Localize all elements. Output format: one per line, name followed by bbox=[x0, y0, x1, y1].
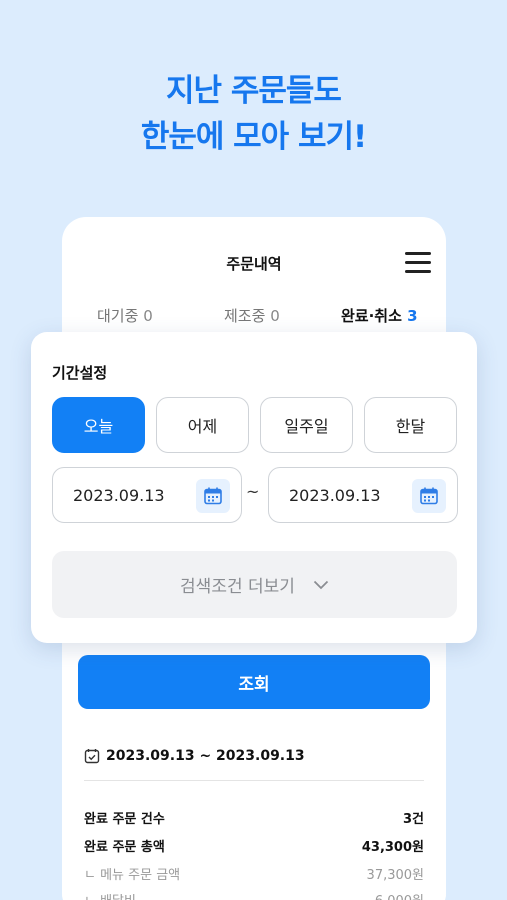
row-value: 3건 bbox=[402, 812, 424, 827]
tab-preparing[interactable]: 제조중 0 bbox=[224, 305, 280, 326]
calendar-check-icon bbox=[84, 749, 100, 764]
promo-headline: 지난 주문들도 한눈에 모아 보기! bbox=[0, 68, 507, 160]
calendar-icon[interactable] bbox=[412, 479, 446, 513]
period-option-week[interactable]: 일주일 bbox=[260, 397, 353, 453]
order-summary: 2023.09.13 ~ 2023.09.13 완료 주문 건수 3건 완료 주… bbox=[62, 730, 446, 900]
menu-icon[interactable] bbox=[405, 252, 431, 274]
end-date-field[interactable]: 2023.09.13 bbox=[268, 467, 458, 523]
tab-waiting[interactable]: 대기중 0 bbox=[97, 305, 153, 326]
search-button[interactable]: 조회 bbox=[78, 655, 430, 709]
more-label: 검색조건 더보기 bbox=[180, 577, 295, 597]
summary-row-delivery-fee: 배달비 6,000원 bbox=[84, 890, 424, 900]
divider bbox=[84, 780, 424, 781]
summary-row-order-count: 완료 주문 건수 3건 bbox=[84, 808, 424, 827]
start-date-field[interactable]: 2023.09.13 bbox=[52, 467, 242, 523]
tab-count: 0 bbox=[143, 307, 153, 325]
end-date-value: 2023.09.13 bbox=[289, 486, 381, 505]
tab-label: 대기중 bbox=[97, 307, 139, 325]
more-search-options-button[interactable]: 검색조건 더보기 bbox=[52, 551, 457, 618]
summary-date-text: 2023.09.13 ~ 2023.09.13 bbox=[106, 748, 305, 764]
row-value: 6,000원 bbox=[375, 890, 424, 900]
period-option-yesterday[interactable]: 어제 bbox=[156, 397, 249, 453]
summary-date-range: 2023.09.13 ~ 2023.09.13 bbox=[84, 748, 305, 764]
tab-label: 완료·취소 bbox=[341, 307, 402, 325]
tab-count: 0 bbox=[270, 307, 280, 325]
headline-line-1: 지난 주문들도 bbox=[166, 73, 342, 109]
order-status-tabs: 대기중 0 제조중 0 완료·취소 3 bbox=[62, 305, 446, 331]
period-title: 기간설정 bbox=[52, 364, 108, 382]
period-option-month[interactable]: 한달 bbox=[364, 397, 457, 453]
calendar-icon[interactable] bbox=[196, 479, 230, 513]
row-label: 메뉴 주문 금액 bbox=[84, 864, 180, 883]
tab-completed-cancelled[interactable]: 완료·취소 3 bbox=[341, 305, 418, 326]
row-label: 배달비 bbox=[84, 890, 136, 900]
chevron-down-icon bbox=[313, 580, 329, 589]
row-label: 완료 주문 건수 bbox=[84, 812, 165, 827]
tab-label: 제조중 bbox=[224, 307, 266, 325]
row-value: 37,300원 bbox=[366, 868, 424, 883]
tab-count: 3 bbox=[407, 307, 418, 325]
date-separator: ~ bbox=[246, 482, 260, 501]
page-title: 주문내역 bbox=[226, 255, 282, 273]
app-header: 주문내역 bbox=[62, 217, 446, 307]
headline-line-2: 한눈에 모아 보기! bbox=[140, 119, 367, 155]
row-label: 완료 주문 총액 bbox=[84, 840, 165, 855]
period-option-today[interactable]: 오늘 bbox=[52, 397, 145, 453]
summary-row-menu-amount: 메뉴 주문 금액 37,300원 bbox=[84, 864, 424, 883]
period-filter-panel: 기간설정 오늘 어제 일주일 한달 2023.09.13 ~ 2023.09.1… bbox=[31, 332, 477, 643]
summary-row-order-total: 완료 주문 총액 43,300원 bbox=[84, 836, 424, 855]
row-value: 43,300원 bbox=[361, 840, 424, 855]
start-date-value: 2023.09.13 bbox=[73, 486, 165, 505]
